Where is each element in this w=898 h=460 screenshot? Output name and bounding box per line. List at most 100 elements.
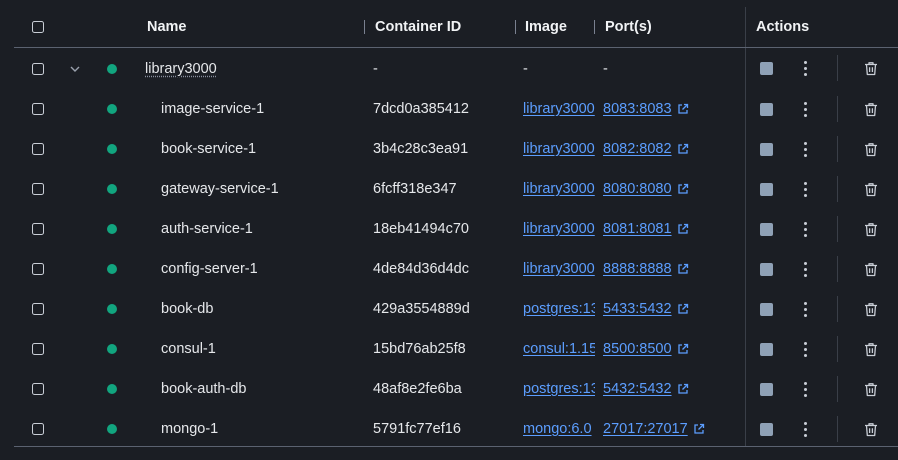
stop-icon: [760, 62, 773, 75]
table-row[interactable]: book-db 429a3554889d postgres:13 5433:54…: [14, 289, 898, 329]
row-checkbox[interactable]: [32, 48, 44, 89]
port-link[interactable]: 8500:8500: [603, 341, 672, 357]
row-checkbox[interactable]: [32, 209, 44, 249]
delete-button[interactable]: [864, 249, 878, 289]
external-link-icon[interactable]: [677, 303, 689, 315]
stop-button[interactable]: [760, 209, 773, 249]
image-link[interactable]: library3000: [523, 101, 595, 117]
image-link[interactable]: postgres:13: [523, 301, 595, 317]
row-checkbox[interactable]: [32, 169, 44, 209]
more-actions-button[interactable]: [804, 409, 807, 449]
more-actions-button[interactable]: [804, 89, 807, 129]
more-actions-button[interactable]: [804, 169, 807, 209]
image-link[interactable]: postgres:13: [523, 381, 595, 397]
expand-toggle[interactable]: [70, 48, 80, 89]
table-row[interactable]: gateway-service-1 6fcff318e347 library30…: [14, 169, 898, 209]
port-link[interactable]: 8080:8080: [603, 181, 672, 197]
container-name[interactable]: image-service-1: [161, 89, 264, 129]
more-vertical-icon: [804, 61, 807, 76]
stop-button[interactable]: [760, 409, 773, 449]
delete-button[interactable]: [864, 209, 878, 249]
column-header-ports[interactable]: Port(s): [605, 7, 652, 47]
container-name[interactable]: consul-1: [161, 329, 216, 369]
group-row[interactable]: library3000 - - -: [14, 48, 898, 89]
table-row[interactable]: mongo-1 5791fc77ef16 mongo:6.0 27017:270…: [14, 409, 898, 449]
external-link-icon[interactable]: [677, 183, 689, 195]
row-checkbox[interactable]: [32, 129, 44, 169]
image-link[interactable]: library3000: [523, 181, 595, 197]
stop-icon: [760, 262, 773, 276]
more-actions-button[interactable]: [804, 249, 807, 289]
port-link[interactable]: 5433:5432: [603, 301, 672, 317]
port-link[interactable]: 8082:8082: [603, 141, 672, 157]
row-checkbox[interactable]: [32, 289, 44, 329]
stop-icon: [760, 142, 773, 156]
group-name[interactable]: library3000: [145, 48, 217, 89]
image-link[interactable]: consul:1.15: [523, 341, 595, 357]
more-vertical-icon: [804, 421, 807, 437]
external-link-icon[interactable]: [677, 343, 689, 355]
image-link[interactable]: library3000: [523, 221, 595, 237]
delete-button[interactable]: [864, 129, 878, 169]
external-link-icon[interactable]: [693, 423, 705, 435]
stop-button[interactable]: [760, 169, 773, 209]
external-link-icon[interactable]: [677, 223, 689, 235]
row-checkbox[interactable]: [32, 409, 44, 449]
table-row[interactable]: book-service-1 3b4c28c3ea91 library3000 …: [14, 129, 898, 169]
column-header-name[interactable]: Name: [147, 7, 187, 47]
container-name[interactable]: config-server-1: [161, 249, 258, 289]
port-link[interactable]: 27017:27017: [603, 421, 688, 437]
delete-button[interactable]: [864, 89, 878, 129]
image-link[interactable]: library3000: [523, 261, 595, 277]
external-link-icon[interactable]: [677, 143, 689, 155]
port-link[interactable]: 8083:8083: [603, 101, 672, 117]
more-actions-button[interactable]: [804, 289, 807, 329]
container-name[interactable]: book-service-1: [161, 129, 256, 169]
more-actions-button[interactable]: [804, 209, 807, 249]
image-link[interactable]: library3000: [523, 141, 595, 157]
more-actions-button[interactable]: [804, 48, 807, 89]
table-row[interactable]: image-service-1 7dcd0a385412 library3000…: [14, 89, 898, 129]
row-checkbox[interactable]: [32, 329, 44, 369]
delete-button[interactable]: [864, 48, 878, 89]
external-link-icon[interactable]: [677, 103, 689, 115]
port-link[interactable]: 8081:8081: [603, 221, 672, 237]
port-link[interactable]: 8888:8888: [603, 261, 672, 277]
delete-button[interactable]: [864, 169, 878, 209]
table-row[interactable]: config-server-1 4de84d36d4dc library3000…: [14, 249, 898, 289]
row-checkbox[interactable]: [32, 249, 44, 289]
more-actions-button[interactable]: [804, 369, 807, 409]
container-name[interactable]: gateway-service-1: [161, 169, 279, 209]
stop-button[interactable]: [760, 249, 773, 289]
delete-button[interactable]: [864, 289, 878, 329]
container-name[interactable]: book-auth-db: [161, 369, 246, 409]
container-name[interactable]: book-db: [161, 289, 213, 329]
checkbox-icon: [32, 223, 44, 235]
row-checkbox[interactable]: [32, 89, 44, 129]
external-link-icon[interactable]: [677, 383, 689, 395]
stop-button[interactable]: [760, 369, 773, 409]
stop-button[interactable]: [760, 89, 773, 129]
delete-button[interactable]: [864, 409, 878, 449]
select-all-checkbox[interactable]: [32, 7, 44, 47]
more-actions-button[interactable]: [804, 329, 807, 369]
more-vertical-icon: [804, 221, 807, 237]
external-link-icon[interactable]: [677, 263, 689, 275]
image-link[interactable]: mongo:6.0: [523, 421, 592, 437]
table-row[interactable]: auth-service-1 18eb41494c70 library3000 …: [14, 209, 898, 249]
delete-button[interactable]: [864, 329, 878, 369]
row-checkbox[interactable]: [32, 369, 44, 409]
table-row[interactable]: consul-1 15bd76ab25f8 consul:1.15 8500:8…: [14, 329, 898, 369]
stop-button[interactable]: [760, 329, 773, 369]
stop-button[interactable]: [760, 289, 773, 329]
container-name[interactable]: mongo-1: [161, 409, 218, 449]
delete-button[interactable]: [864, 369, 878, 409]
column-header-container-id[interactable]: Container ID: [375, 7, 461, 47]
stop-button[interactable]: [760, 48, 773, 89]
stop-button[interactable]: [760, 129, 773, 169]
container-name[interactable]: auth-service-1: [161, 209, 253, 249]
column-header-image[interactable]: Image: [525, 7, 567, 47]
more-actions-button[interactable]: [804, 129, 807, 169]
table-row[interactable]: book-auth-db 48af8e2fe6ba postgres:13 54…: [14, 369, 898, 409]
port-link[interactable]: 5432:5432: [603, 381, 672, 397]
